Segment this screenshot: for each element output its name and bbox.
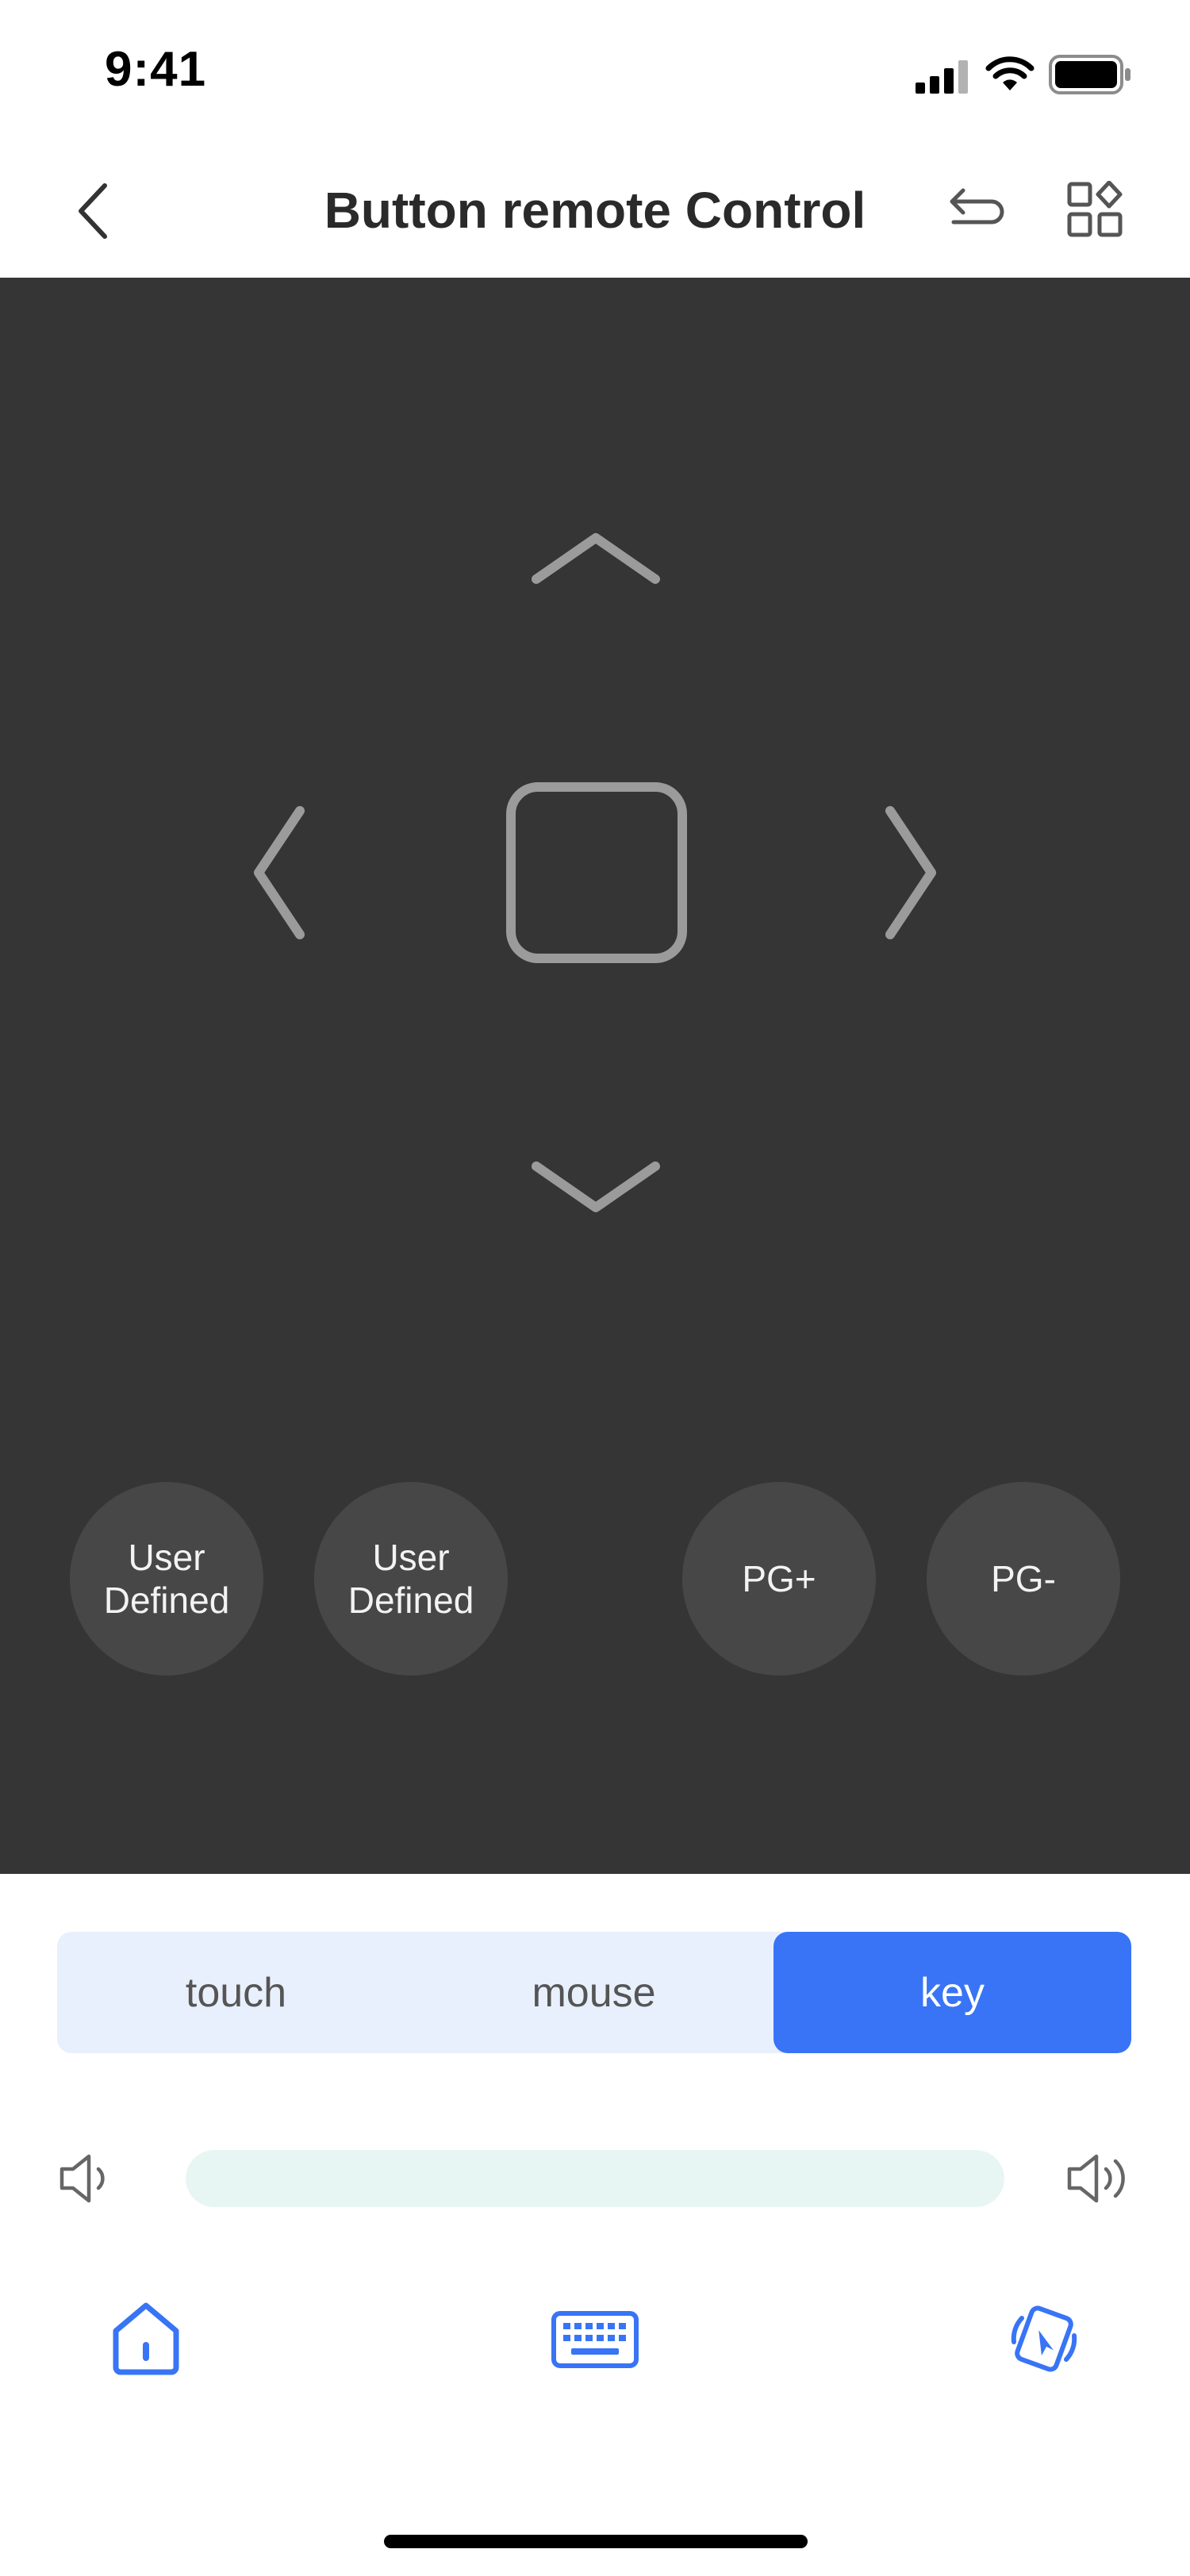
ok-square-icon[interactable] [505, 781, 689, 965]
arrow-up-icon[interactable] [528, 527, 663, 590]
undo-icon[interactable] [947, 187, 1006, 232]
tab-key-label: key [920, 1969, 985, 2016]
page-up-button[interactable]: PG+ [682, 1482, 876, 1676]
button-label-line: Defined [103, 1580, 230, 1621]
volume-slider[interactable] [186, 2150, 1004, 2207]
user-defined-button-1[interactable]: User Defined [70, 1482, 263, 1676]
button-label-line: Defined [347, 1580, 474, 1621]
arrow-right-icon[interactable] [877, 803, 944, 942]
volume-down-icon[interactable] [57, 2152, 114, 2206]
tab-mouse[interactable]: mouse [415, 1932, 773, 2053]
grid-icon[interactable] [1066, 181, 1123, 238]
button-label-line: User [372, 1537, 450, 1578]
page-down-button[interactable]: PG- [927, 1482, 1120, 1676]
wifi-icon [985, 56, 1035, 90]
button-label-line: User [128, 1537, 205, 1578]
home-indicator [384, 2535, 808, 2548]
status-time: 9:41 [105, 42, 207, 97]
battery-icon [1049, 55, 1130, 94]
arrow-down-icon[interactable] [528, 1155, 663, 1219]
home-icon[interactable] [109, 2301, 182, 2377]
cast-icon[interactable] [1006, 2301, 1082, 2377]
signal-icon [916, 60, 968, 94]
tab-touch-label: touch [185, 1969, 287, 2016]
mode-switch: touch mouse key [57, 1932, 1131, 2053]
tab-key[interactable]: key [774, 1932, 1131, 2053]
arrow-left-icon[interactable] [246, 803, 313, 942]
page-up-label: PG+ [742, 1558, 816, 1599]
page-title: Button remote Control [324, 182, 866, 239]
page-down-label: PG- [991, 1558, 1056, 1599]
volume-up-icon[interactable] [1065, 2152, 1133, 2206]
keyboard-icon[interactable] [551, 2310, 639, 2369]
tab-touch[interactable]: touch [57, 1932, 415, 2053]
user-defined-button-2[interactable]: User Defined [314, 1482, 508, 1676]
tab-mouse-label: mouse [532, 1969, 656, 2016]
